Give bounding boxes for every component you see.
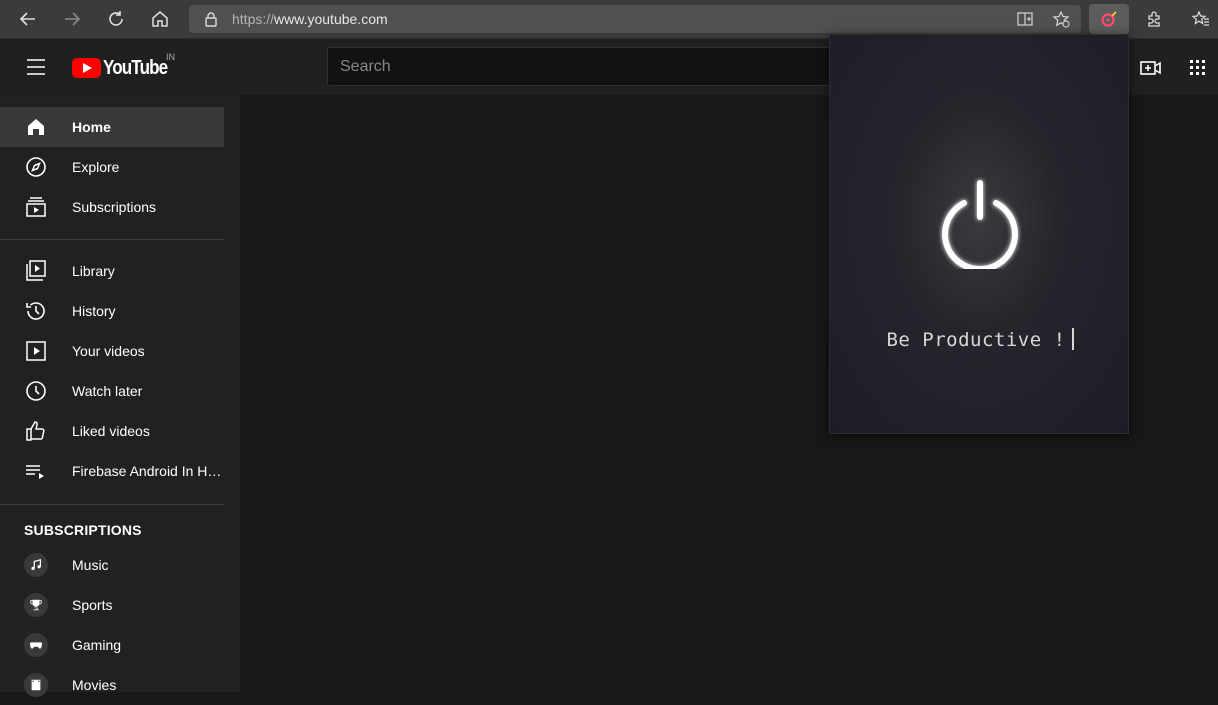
sidebar-item-playlist[interactable]: Firebase Android In Hindi [0, 451, 224, 491]
url-host: www.youtube.com [274, 11, 388, 27]
sidebar-item-home[interactable]: Home [0, 107, 224, 147]
sidebar: Home Explore Subscriptions Library Histo… [0, 95, 240, 697]
thumbs-up-icon [26, 421, 45, 441]
sidebar-item-label: Library [72, 263, 115, 279]
subscriptions-heading: SUBSCRIPTIONS [24, 522, 142, 538]
sidebar-item-liked-videos[interactable]: Liked videos [0, 411, 224, 451]
music-avatar [24, 553, 48, 577]
sidebar-item-label: Liked videos [72, 423, 150, 439]
power-icon[interactable] [938, 177, 1022, 269]
film-icon [31, 679, 41, 691]
extensions-button[interactable] [1139, 5, 1169, 33]
home-icon [28, 119, 44, 135]
back-icon [19, 12, 35, 26]
sidebar-item-explore[interactable]: Explore [0, 147, 224, 187]
gamepad-icon [29, 642, 43, 649]
split-screen-icon[interactable] [1016, 10, 1034, 28]
music-icon [31, 558, 41, 571]
trophy-icon [30, 599, 42, 611]
url-protocol: https:// [232, 11, 275, 27]
extension-popup: Be Productive ! [829, 34, 1129, 434]
sidebar-item-watch-later[interactable]: Watch later [0, 371, 224, 411]
subscriptions-icon [26, 197, 46, 217]
sidebar-item-history[interactable]: History [0, 291, 224, 331]
movies-avatar [24, 673, 48, 697]
sidebar-item-label: Sports [72, 597, 113, 613]
create-video-icon[interactable] [1139, 57, 1161, 79]
search-placeholder: Search [340, 58, 391, 75]
extensions-puzzle-icon [1148, 11, 1160, 27]
forward-button[interactable] [57, 5, 87, 33]
sidebar-item-label: Firebase Android In Hindi [72, 463, 222, 479]
forward-icon [65, 12, 81, 26]
sidebar-item-movies[interactable]: Movies [0, 665, 224, 705]
sidebar-item-label: Music [72, 557, 109, 573]
clock-icon [26, 381, 46, 401]
sidebar-item-music[interactable]: Music [0, 545, 224, 585]
apps-grid-icon[interactable] [1187, 57, 1209, 79]
popup-message-text: Be Productive ! [886, 329, 1066, 351]
lock-icon[interactable] [203, 11, 219, 27]
sidebar-item-label: Gaming [72, 637, 122, 653]
history-icon [26, 302, 45, 320]
search-input[interactable]: Search [327, 47, 847, 86]
refresh-button[interactable] [101, 5, 131, 33]
refresh-icon [109, 11, 123, 26]
playlist-icon [26, 465, 44, 479]
sidebar-item-label: Watch later [72, 383, 143, 399]
youtube-logo[interactable]: YouTube IN [72, 52, 179, 80]
sidebar-divider [0, 504, 224, 505]
address-bar[interactable]: https://www.youtube.com [189, 5, 1081, 33]
sidebar-divider [0, 239, 224, 240]
gaming-avatar [24, 633, 48, 657]
your-videos-icon [26, 341, 46, 361]
sidebar-item-gaming[interactable]: Gaming [0, 625, 224, 665]
extension-icon [1101, 11, 1117, 27]
text-caret [1071, 328, 1074, 350]
library-icon [26, 260, 46, 281]
back-button[interactable] [13, 5, 43, 33]
menu-icon[interactable] [24, 58, 48, 76]
home-icon [152, 11, 168, 27]
sidebar-item-label: Your videos [72, 343, 145, 359]
url-text[interactable]: https://www.youtube.com [232, 11, 388, 27]
region-code: IN [166, 52, 175, 62]
sports-avatar [24, 593, 48, 617]
sidebar-item-library[interactable]: Library [0, 251, 224, 291]
logo-text: YouTube [103, 56, 168, 79]
sidebar-item-sports[interactable]: Sports [0, 585, 224, 625]
compass-icon [26, 157, 46, 177]
sidebar-item-your-videos[interactable]: Your videos [0, 331, 224, 371]
productivity-extension-button[interactable] [1089, 4, 1129, 34]
add-favorite-icon[interactable] [1052, 10, 1070, 28]
popup-message: Be Productive ! [830, 328, 1130, 351]
favorites-icon [1192, 10, 1209, 26]
sidebar-item-label: Movies [72, 677, 117, 693]
sidebar-item-label: Explore [72, 159, 120, 175]
sidebar-item-subscriptions[interactable]: Subscriptions [0, 187, 224, 227]
youtube-play-icon [72, 58, 101, 78]
sidebar-item-label: Home [72, 119, 111, 135]
sidebar-item-label: Subscriptions [72, 199, 157, 215]
sidebar-item-label: History [72, 303, 116, 319]
favorites-button[interactable] [1186, 5, 1216, 33]
home-button[interactable] [145, 5, 175, 33]
